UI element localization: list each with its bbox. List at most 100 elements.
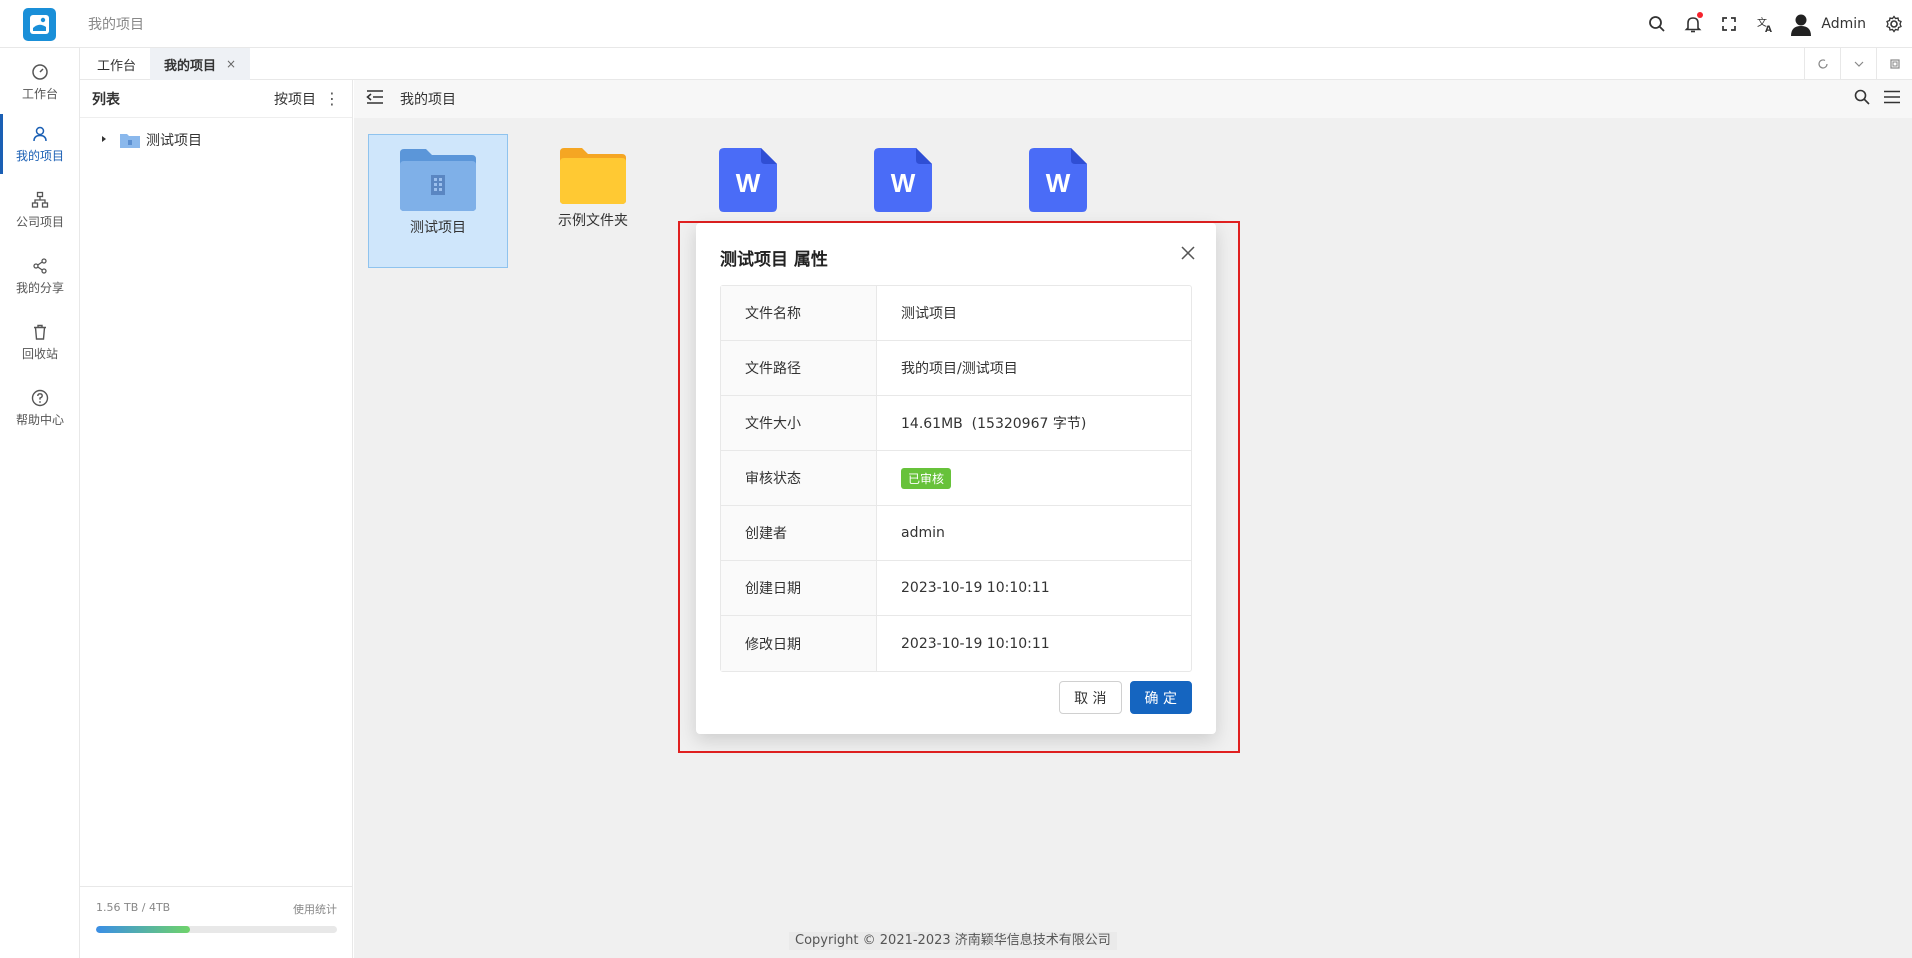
sidebar-item-label: 回收站 [21, 346, 58, 361]
tab-workbench[interactable]: 工作台 [83, 48, 150, 80]
property-key: 审核状态 [721, 451, 877, 505]
file-item-project[interactable]: 测试项目 [368, 134, 508, 268]
file-item-folder[interactable]: 示例文件夹 [523, 134, 663, 268]
tree-header: 列表 按项目 ⋮ [80, 80, 352, 118]
tab-my-projects[interactable]: 我的项目 × [150, 48, 251, 80]
copyright: Copyright © 2021-2023 济南颖华信息技术有限公司 [789, 932, 1117, 950]
sidebar-item-label: 我的分享 [15, 280, 64, 295]
menu-icon[interactable] [1884, 90, 1900, 108]
top-header: 我的项目 文A Admin [0, 0, 1912, 48]
sidebar-item-company-projects[interactable]: 公司项目 [0, 180, 80, 240]
maximize-icon[interactable] [1876, 48, 1912, 80]
sidebar-item-label: 工作台 [21, 86, 58, 101]
storage-usage: 1.56 TB / 4TB 使用统计 [80, 886, 353, 958]
current-path: 我的项目 [400, 92, 456, 108]
app-logo[interactable] [23, 8, 56, 41]
tree-node-label: 测试项目 [146, 133, 202, 149]
chevron-down-icon[interactable] [1840, 48, 1876, 80]
property-row: 文件名称 测试项目 [721, 286, 1191, 341]
sidebar: 工作台 我的项目 公司项目 我的分享 回收站 帮助中心 [0, 48, 80, 958]
word-glyph: W [735, 168, 761, 198]
dialog-title: 测试项目 属性 [720, 250, 828, 270]
property-key: 修改日期 [721, 616, 877, 671]
storage-text: 1.56 TB / 4TB [96, 901, 171, 914]
storage-progress-fill [96, 926, 190, 933]
word-glyph: W [1045, 168, 1071, 198]
word-glyph: W [890, 168, 916, 198]
property-key: 文件大小 [721, 396, 877, 450]
property-value: 14.61MB (15320967 字节) [901, 416, 1087, 432]
translate-icon[interactable]: 文A [1747, 6, 1783, 42]
sidebar-item-label: 公司项目 [15, 214, 64, 229]
search-icon[interactable] [1854, 89, 1870, 109]
usage-stats-link[interactable]: 使用统计 [293, 901, 337, 917]
svg-text:A: A [1765, 25, 1772, 33]
user-name: Admin [1821, 16, 1866, 32]
sidebar-item-label: 我的项目 [15, 148, 64, 163]
properties-table: 文件名称 测试项目 文件路径 我的项目/测试项目 文件大小 14.61MB (1… [720, 285, 1192, 672]
property-row: 创建日期 2023-10-19 10:10:11 [721, 561, 1191, 616]
tree-panel: 列表 按项目 ⋮ 测试项目 1.56 TB / 4TB 使用统计 [80, 80, 353, 958]
property-value: 已审核 [877, 451, 1191, 505]
org-icon [31, 191, 49, 208]
storage-progress [96, 926, 337, 933]
help-icon [31, 389, 49, 406]
property-row: 文件路径 我的项目/测试项目 [721, 341, 1191, 396]
search-icon[interactable] [1639, 6, 1675, 42]
dashboard-icon [32, 63, 48, 80]
sidebar-item-help-center[interactable]: 帮助中心 [0, 378, 80, 438]
fullscreen-icon[interactable] [1711, 6, 1747, 42]
top-actions: 文A Admin [1639, 0, 1912, 48]
trash-icon [34, 324, 46, 340]
sort-by-project-button[interactable]: 按项目 ⋮ [274, 89, 340, 109]
file-name: 测试项目 [410, 220, 466, 236]
breadcrumb: 我的项目 [88, 17, 144, 33]
sidebar-item-recycle-bin[interactable]: 回收站 [0, 312, 80, 372]
sidebar-item-my-projects[interactable]: 我的项目 [0, 114, 80, 174]
sidebar-item-workbench[interactable]: 工作台 [0, 52, 80, 112]
project-folder-icon [120, 134, 140, 148]
project-folder-icon [400, 149, 476, 211]
tree-node[interactable]: 测试项目 [100, 130, 202, 150]
user-icon [33, 126, 47, 141]
property-key: 文件名称 [721, 286, 877, 340]
property-key: 创建者 [721, 506, 877, 560]
property-value: 2023-10-19 10:10:11 [901, 635, 1050, 652]
tree-title: 列表 [92, 91, 120, 108]
more-vertical-icon[interactable]: ⋮ [324, 90, 340, 107]
property-row: 创建者 admin [721, 506, 1191, 561]
sidebar-item-label: 帮助中心 [15, 412, 64, 427]
property-value: 我的项目/测试项目 [901, 361, 1018, 377]
bell-icon[interactable] [1675, 6, 1711, 42]
cancel-button[interactable]: 取 消 [1059, 681, 1122, 714]
tab-tools [1804, 48, 1912, 80]
collapse-menu-icon[interactable] [366, 89, 384, 109]
gear-icon[interactable] [1876, 6, 1912, 42]
caret-right-icon[interactable] [100, 135, 108, 146]
refresh-icon[interactable] [1804, 48, 1840, 80]
user-avatar-icon [1791, 14, 1812, 36]
tab-label: 我的项目 [164, 58, 217, 74]
share-icon [33, 257, 47, 274]
property-value: admin [901, 525, 945, 541]
property-key: 创建日期 [721, 561, 877, 615]
confirm-button[interactable]: 确 定 [1129, 681, 1192, 714]
tab-close-icon[interactable]: × [226, 57, 236, 71]
tabs-bar: 工作台 我的项目 × [80, 48, 1912, 80]
property-row: 审核状态 已审核 [721, 451, 1191, 506]
file-name: 示例文件夹 [558, 213, 628, 229]
property-key: 文件路径 [721, 341, 877, 395]
property-value: 测试项目 [901, 306, 957, 322]
notification-dot [1697, 12, 1704, 18]
folder-icon [560, 148, 626, 204]
tab-label: 工作台 [97, 58, 137, 74]
property-row: 修改日期 2023-10-19 10:10:11 [721, 616, 1191, 671]
user-menu[interactable]: Admin [1789, 12, 1866, 36]
close-icon[interactable] [1178, 243, 1198, 263]
sidebar-item-my-shares[interactable]: 我的分享 [0, 246, 80, 306]
main-toolbar: 我的项目 [354, 80, 1912, 118]
status-badge: 已审核 [901, 467, 952, 489]
property-row: 文件大小 14.61MB (15320967 字节) [721, 396, 1191, 451]
sort-label: 按项目 [274, 91, 316, 108]
properties-dialog: 测试项目 属性 文件名称 测试项目 文件路径 我的项目/测试项目 文件大小 14… [696, 223, 1216, 734]
